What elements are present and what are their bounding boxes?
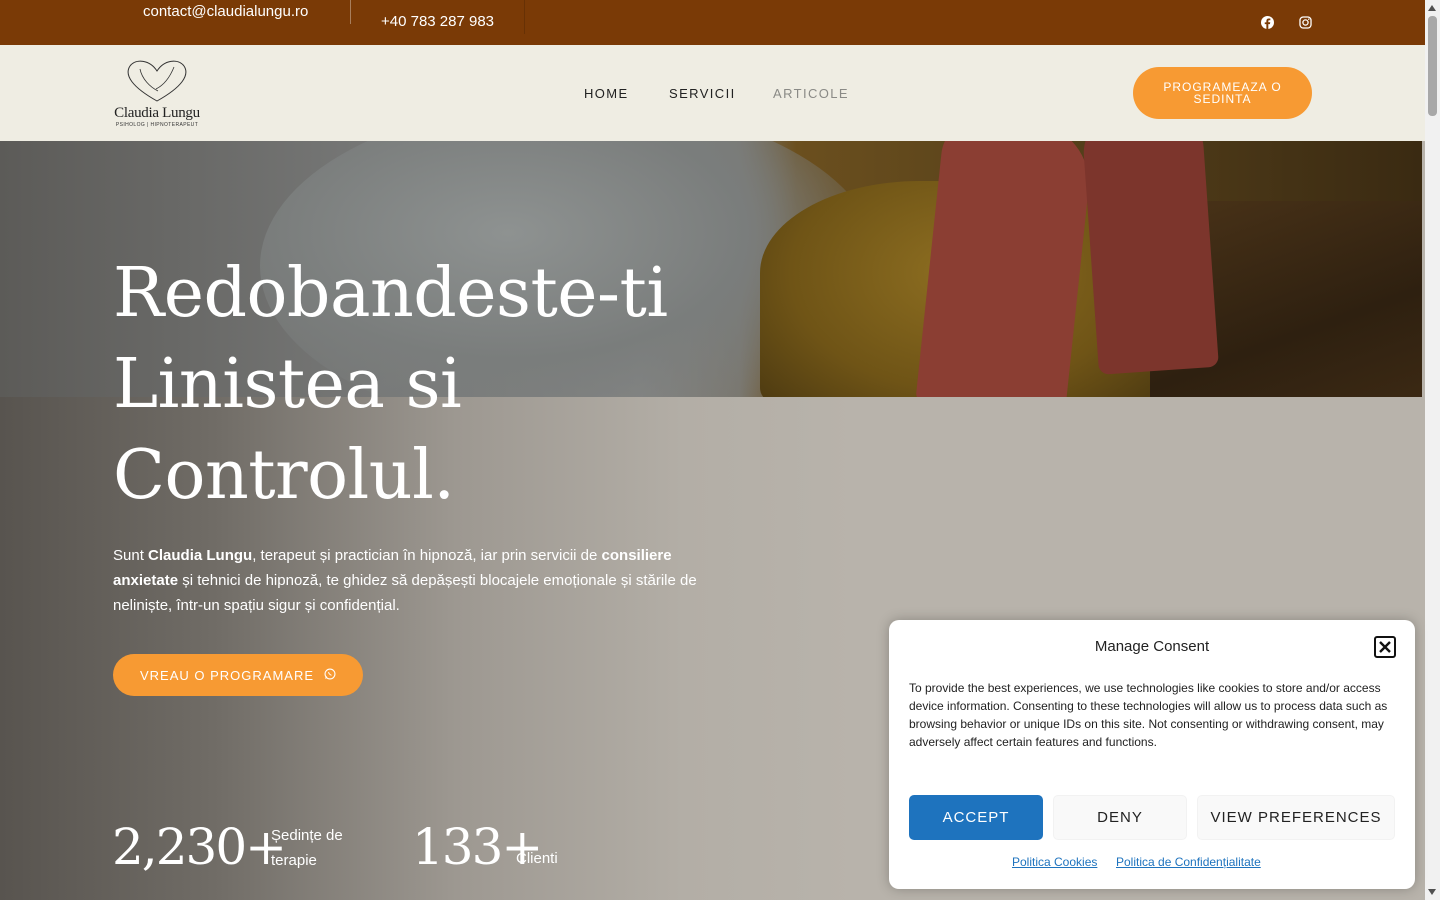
- accept-button[interactable]: ACCEPT: [909, 795, 1043, 840]
- scroll-thumb[interactable]: [1428, 16, 1437, 116]
- facebook-icon[interactable]: [1259, 14, 1275, 30]
- stat-sessions-value: 2,230+: [112, 818, 287, 876]
- hero-title: Redobandeste-ti Linistea si Controlul.: [113, 248, 733, 521]
- heart-logo-icon: [127, 60, 187, 102]
- privacy-policy-link[interactable]: Politica de Confidențialitate: [1116, 855, 1261, 869]
- scroll-up-arrow-icon[interactable]: [1428, 5, 1436, 11]
- cookie-consent-dialog: Manage Consent To provide the best exper…: [889, 620, 1415, 889]
- site-header: Claudia Lungu PSIHOLOG | HIPNOTERAPEUT H…: [0, 45, 1425, 141]
- top-bar: contact@claudialungu.ro +40 783 287 983: [0, 0, 1425, 45]
- cookie-policy-link[interactable]: Politica Cookies: [1012, 855, 1097, 869]
- logo-name: Claudia Lungu: [114, 105, 200, 121]
- consent-text: To provide the best experiences, we use …: [909, 681, 1388, 749]
- hero-title-line: Redobandeste-ti: [113, 254, 668, 333]
- hero-intro: Sunt Claudia Lungu, terapeut și practici…: [113, 547, 697, 614]
- page-scrollbar[interactable]: [1425, 0, 1440, 900]
- hero-title-line: Linistea si: [113, 345, 462, 424]
- stat-clients-label: Clienti: [516, 850, 558, 867]
- close-icon[interactable]: [1374, 636, 1396, 658]
- contact-email-link[interactable]: contact@claudialungu.ro: [143, 3, 308, 20]
- whatsapp-icon: [324, 668, 336, 683]
- site-logo[interactable]: Claudia Lungu PSIHOLOG | HIPNOTERAPEUT: [112, 57, 202, 129]
- divider: [524, 0, 525, 34]
- book-session-button[interactable]: PROGRAMEAZA O SEDINTA: [1133, 67, 1312, 119]
- contact-phone-link[interactable]: +40 783 287 983: [381, 13, 494, 30]
- logo-subtitle: PSIHOLOG | HIPNOTERAPEUT: [115, 122, 199, 128]
- scroll-down-arrow-icon[interactable]: [1428, 889, 1436, 895]
- hero-title-line: Controlul.: [113, 436, 455, 515]
- request-appointment-button[interactable]: VREAU O PROGRAMARE: [113, 654, 363, 696]
- nav-home[interactable]: HOME: [584, 86, 629, 101]
- stat-sessions-label: Ședințe de terapie: [271, 827, 343, 869]
- instagram-icon[interactable]: [1297, 14, 1313, 30]
- divider: [350, 0, 351, 24]
- deny-button[interactable]: DENY: [1053, 795, 1187, 840]
- cta-label: VREAU O PROGRAMARE: [139, 667, 315, 683]
- consent-title: Manage Consent: [1094, 638, 1210, 655]
- nav-articole[interactable]: ARTICOLE: [773, 86, 849, 101]
- view-preferences-button[interactable]: VIEW PREFERENCES: [1197, 795, 1395, 840]
- nav-servicii[interactable]: SERVICII: [669, 86, 736, 101]
